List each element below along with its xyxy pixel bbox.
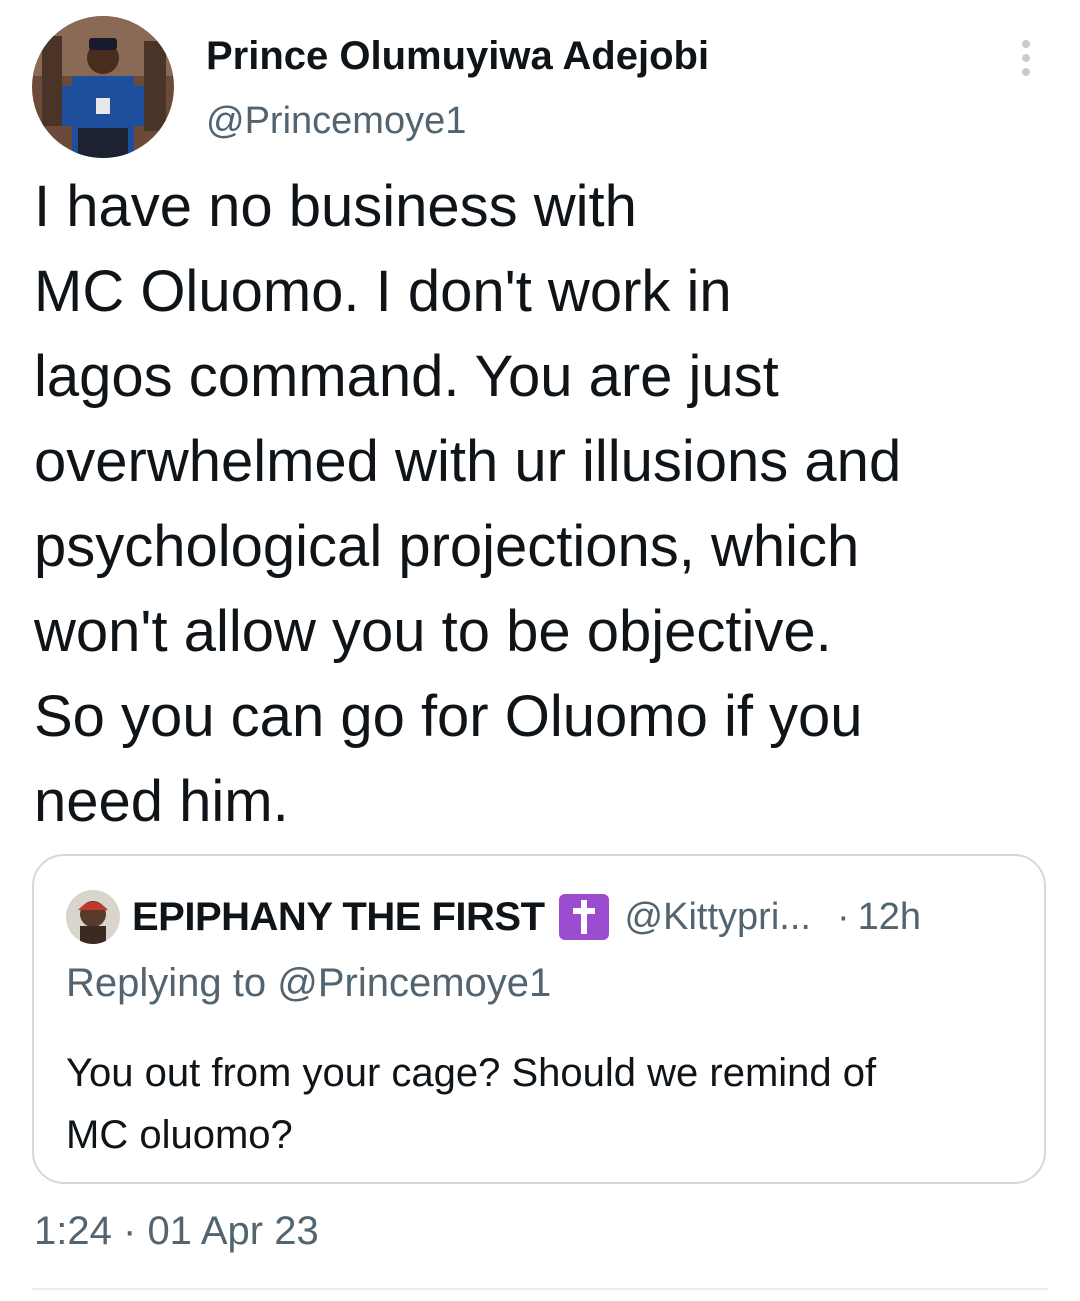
tweet-text: I have no business with MC Oluomo. I don… [34, 164, 1044, 844]
timestamp-separator: · [122, 1209, 137, 1253]
tweet-text-line: MC Oluomo. I don't work in [34, 259, 732, 324]
quoted-tweet-text: You out from your cage? Should we remind… [66, 1042, 1016, 1166]
quoted-separator: · [836, 895, 850, 938]
tweet-text-line: need him. [34, 769, 289, 834]
reply-mention-link[interactable]: @Princemoye1 [277, 961, 551, 1005]
quoted-author-avatar[interactable] [66, 890, 120, 944]
more-vertical-icon [1022, 40, 1030, 76]
latin-cross-emoji-icon [558, 894, 609, 940]
quoted-time-ago[interactable]: 12h [858, 896, 921, 939]
tweet-text-line: So you can go for Oluomo if you [34, 684, 863, 749]
tweet-time-link[interactable]: 1:24 [34, 1209, 112, 1253]
bottom-divider [32, 1288, 1048, 1290]
quoted-tweet-card[interactable]: EPIPHANY THE FIRST @Kittypri... · 12h Re… [32, 854, 1046, 1184]
author-handle[interactable]: @Princemoye1 [206, 98, 466, 144]
tweet-text-line: psychological projections, which [34, 514, 860, 579]
author-name[interactable]: Prince Olumuyiwa Adejobi [206, 32, 709, 80]
tweet-text-line: won't allow you to be objective. [34, 599, 832, 664]
reply-context: Replying to @Princemoye1 [66, 958, 551, 1008]
quoted-text-line: MC oluomo? [66, 1113, 293, 1157]
tweet-timestamp: 1:24 · 01 Apr 23 [34, 1206, 319, 1256]
tweet-date-link[interactable]: 01 Apr 23 [147, 1209, 318, 1253]
reply-prefix: Replying to [66, 961, 267, 1005]
tweet-text-line: I have no business with [34, 174, 637, 239]
tweet-text-line: lagos command. You are just [34, 344, 779, 409]
quoted-author-handle[interactable]: @Kittypri... [625, 896, 811, 939]
author-avatar[interactable] [32, 16, 174, 158]
tweet-text-line: overwhelmed with ur illusions and [34, 429, 902, 494]
quoted-text-line: You out from your cage? Should we remind… [66, 1051, 877, 1095]
quoted-author-name[interactable]: EPIPHANY THE FIRST [132, 895, 545, 940]
more-options-button[interactable] [1006, 36, 1046, 80]
quoted-tweet-header: EPIPHANY THE FIRST @Kittypri... · 12h [132, 892, 921, 942]
